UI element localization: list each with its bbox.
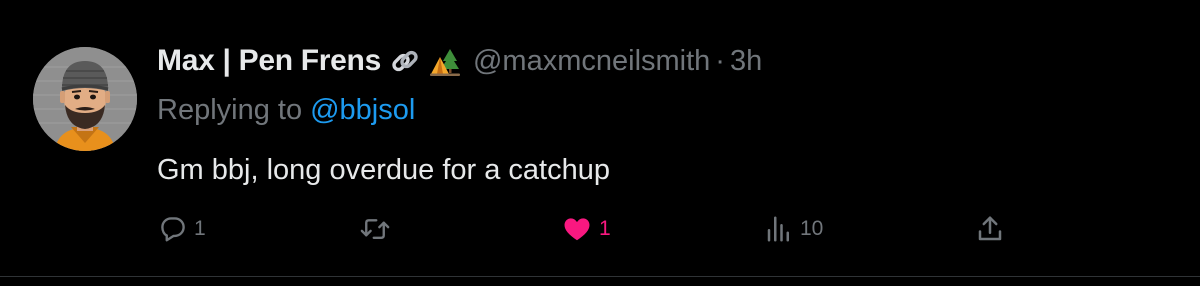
replying-to-label: Replying to (157, 93, 303, 126)
avatar-image (33, 47, 137, 151)
share-upload-icon (978, 216, 1002, 241)
like-count: 1 (599, 217, 611, 240)
retweet-button[interactable] (358, 211, 398, 247)
heart-icon (564, 218, 590, 241)
author-handle[interactable]: @maxmcneilsmith (473, 45, 710, 78)
tweet-header: Max | Pen Frens @maxmcneilsmith · 3h (157, 40, 762, 82)
display-name[interactable]: Max | Pen Frens (157, 44, 381, 78)
tweet-divider (0, 276, 1200, 277)
views-button[interactable]: 10 (764, 211, 823, 247)
tweet[interactable]: Max | Pen Frens @maxmcneilsmith · 3h Rep… (0, 0, 1200, 276)
avatar[interactable] (33, 47, 137, 151)
replying-to: Replying to @bbjsol (157, 90, 415, 130)
reply-button[interactable]: 1 (158, 211, 206, 247)
reply-bubble-icon (161, 217, 185, 242)
views-bar-chart-icon (767, 216, 789, 242)
camping-emoji-icon (429, 45, 461, 77)
like-button[interactable]: 1 (561, 211, 611, 247)
tweet-text: Gm bbj, long overdue for a catchup (157, 153, 610, 186)
reply-count: 1 (194, 217, 206, 240)
tweet-timestamp[interactable]: 3h (730, 45, 762, 78)
view-count: 10 (800, 217, 824, 240)
header-separator: · (715, 44, 725, 77)
link-emoji-icon (389, 45, 421, 77)
replying-to-mention[interactable]: @bbjsol (310, 94, 415, 127)
retweet-icon (360, 219, 390, 239)
share-button[interactable] (975, 211, 1005, 247)
